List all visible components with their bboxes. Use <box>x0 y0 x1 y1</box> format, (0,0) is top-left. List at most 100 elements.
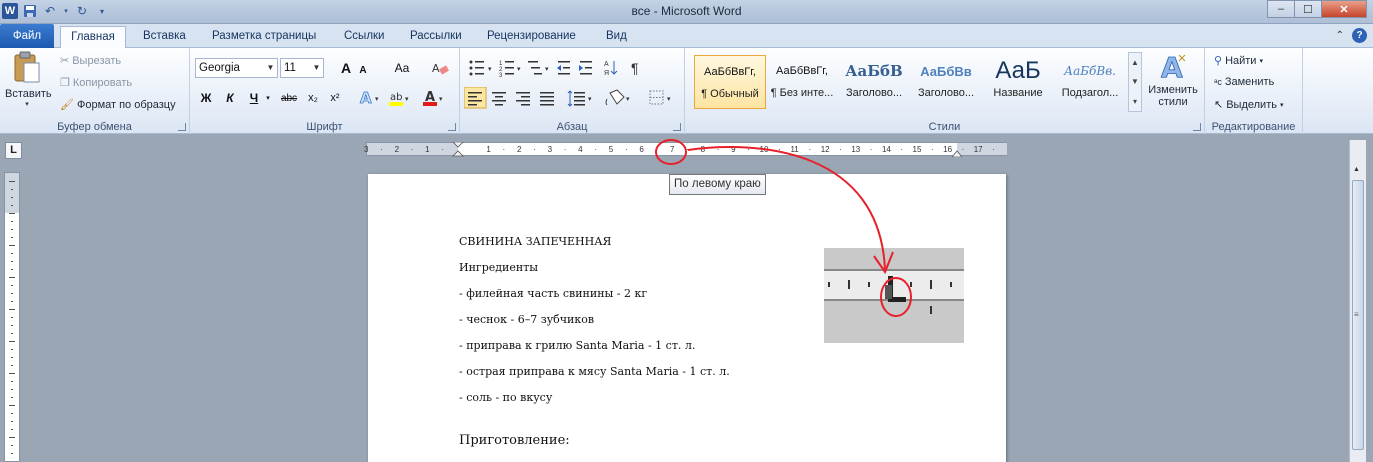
copy-button[interactable]: ❐ Копировать <box>60 76 132 90</box>
change-styles-button[interactable]: A Изменить стили <box>1143 51 1203 108</box>
font-name-combo[interactable]: Georgia ▼ <box>195 58 278 78</box>
doc-line[interactable]: - филейная часть свинины - 2 кг <box>459 287 647 300</box>
indent-marker-icon[interactable] <box>452 142 464 157</box>
vruler-tick <box>9 309 15 310</box>
ruler-tick-label: 17 <box>973 145 983 154</box>
right-indent-marker-icon[interactable] <box>952 149 962 157</box>
change-styles-label: Изменить стили <box>1148 84 1198 108</box>
more-styles-icon[interactable]: ▾ <box>1133 97 1137 106</box>
select-button[interactable]: ↖ Выделить ▾ <box>1214 98 1283 112</box>
doc-line[interactable]: - соль - по вкусу <box>459 391 552 404</box>
vertical-scrollbar[interactable]: ▲ ≡ <box>1349 140 1366 462</box>
tab-home[interactable]: Главная <box>60 26 126 49</box>
tab-review[interactable]: Рецензирование <box>487 26 576 48</box>
highlight-icon[interactable]: ab ▾ <box>388 88 412 108</box>
styles-launcher-icon[interactable] <box>1193 123 1201 131</box>
scroll-up-icon[interactable]: ▲ <box>1131 58 1139 67</box>
font-size-value: 11 <box>284 62 296 74</box>
style-title[interactable]: АаБ Название <box>982 55 1054 109</box>
format-painter-button[interactable]: 🖌 Формат по образцу <box>60 98 176 112</box>
borders-icon <box>649 90 664 105</box>
styles-gallery-scroll[interactable]: ▲ ▼ ▾ <box>1128 52 1142 112</box>
tab-view[interactable]: Вид <box>606 26 627 48</box>
group-font: Georgia ▼ 11 ▼ A A Aa A Ж К Ч ▾ abc x₂ x² … <box>190 48 460 134</box>
font-color-icon[interactable]: A ▾ <box>422 88 446 108</box>
shading-icon <box>605 89 625 106</box>
style-no-spacing[interactable]: АаБбВвГг, ¶ Без инте... <box>766 55 838 109</box>
replace-button[interactable]: ᵃc Заменить <box>1214 76 1274 88</box>
font-launcher-icon[interactable] <box>448 123 456 131</box>
paste-button[interactable]: Вставить ▾ <box>5 51 52 108</box>
shrink-font-button[interactable]: A <box>356 60 370 80</box>
vruler-tick <box>11 413 13 414</box>
doc-heading[interactable]: Приготовление: <box>459 433 570 448</box>
style-subtitle[interactable]: АаБбВв. Подзагол... <box>1054 55 1126 109</box>
copy-icon: ❐ <box>60 77 70 89</box>
close-button[interactable]: ✕ <box>1321 0 1367 18</box>
grow-font-button[interactable]: A <box>338 58 354 78</box>
multilevel-list-icon <box>528 61 542 75</box>
chevron-down-icon[interactable]: ▼ <box>310 59 323 77</box>
doc-line[interactable]: - острая приправа к мясу Santa Maria - 1… <box>459 365 730 378</box>
justify-icon <box>540 92 554 106</box>
style-normal[interactable]: АаБбВвГг, ¶ Обычный <box>694 55 766 109</box>
ruler-tick-dot: · <box>777 145 781 154</box>
tab-insert[interactable]: Вставка <box>143 26 186 48</box>
vruler-tick <box>11 445 13 446</box>
subscript-button[interactable]: x₂ <box>304 88 322 108</box>
group-paragraph: ▾ 123 ▾ ▾ АЯ ¶ ▾ ▾ ▾ Абзац <box>460 48 685 134</box>
vruler-tick <box>11 357 13 358</box>
paste-icon <box>14 51 40 83</box>
ruler-tick-dot: · <box>533 145 536 154</box>
italic-button[interactable]: К <box>222 88 238 108</box>
clear-formatting-icon[interactable]: A <box>430 58 450 78</box>
tab-mailings[interactable]: Рассылки <box>410 26 462 48</box>
font-group-label: Шрифт <box>306 121 343 133</box>
chevron-down-icon[interactable]: ▾ <box>264 88 272 108</box>
svg-text:▾: ▾ <box>626 96 630 103</box>
minimize-ribbon-icon[interactable]: ⌃ <box>1336 30 1344 41</box>
style-heading1[interactable]: АаБбВ Заголово... <box>838 55 910 109</box>
strikethrough-button[interactable]: abc <box>278 88 300 108</box>
tab-file[interactable]: Файл <box>0 24 54 48</box>
scroll-down-icon[interactable]: ▼ <box>1131 77 1139 86</box>
paragraph-launcher-icon[interactable] <box>673 123 681 131</box>
binoculars-icon: ⚲ <box>1214 55 1223 67</box>
text-effects-icon[interactable]: A ▾ <box>358 88 382 108</box>
doc-line[interactable]: Ингредиенты <box>459 261 538 274</box>
bold-button[interactable]: Ж <box>198 88 214 108</box>
style-heading2[interactable]: АаБбВв Заголово... <box>910 55 982 109</box>
maximize-button[interactable]: ☐ <box>1294 0 1322 18</box>
horizontal-ruler[interactable]: 3 · 2 · 1 · 1 · 2 · 3 · 4 · 5 · 6 · 7 · 8 · 9 · 10 · 11 · 12 · 13 · 14 · 1… <box>364 142 1007 157</box>
change-styles-icon: A <box>1161 51 1186 84</box>
font-size-combo[interactable]: 11 ▼ <box>280 58 324 78</box>
tab-selector-button[interactable]: L <box>5 142 22 159</box>
show-marks-icon: ¶ <box>631 60 639 76</box>
ruler-tick-dot: · <box>441 145 445 154</box>
vruler-tick <box>11 421 13 422</box>
vruler-tick <box>11 365 13 366</box>
vruler-tick <box>11 229 13 230</box>
scroll-up-icon[interactable]: ▲ <box>1353 166 1360 173</box>
tab-references[interactable]: Ссылки <box>344 26 385 48</box>
cut-button[interactable]: ✂ Вырезать <box>60 54 121 68</box>
vruler-tick <box>11 333 13 334</box>
superscript-button[interactable]: x² <box>326 88 344 108</box>
editing-group-label: Редактирование <box>1211 121 1296 133</box>
vruler-tick <box>11 429 13 430</box>
vruler-tick <box>11 325 13 326</box>
underline-button[interactable]: Ч <box>246 88 262 108</box>
minimize-button[interactable]: – <box>1267 0 1295 18</box>
chevron-down-icon[interactable]: ▼ <box>264 59 277 77</box>
doc-line[interactable]: - приправа к грилю Santa Maria - 1 ст. л… <box>459 339 695 352</box>
ruler-tick-dot: · <box>808 145 812 154</box>
ruler-tick-label: 9 <box>731 145 736 154</box>
doc-line[interactable]: - чеснок - 6–7 зубчиков <box>459 313 594 326</box>
tab-layout[interactable]: Разметка страницы <box>212 26 316 48</box>
doc-line-title[interactable]: СВИНИНА ЗАПЕЧЕННАЯ <box>459 235 611 248</box>
clipboard-launcher-icon[interactable] <box>178 123 186 131</box>
find-button[interactable]: ⚲ Найти ▾ <box>1214 54 1263 68</box>
paste-dropdown-icon[interactable]: ▾ <box>5 100 49 108</box>
help-icon[interactable]: ? <box>1352 28 1367 43</box>
change-case-button[interactable]: Aa <box>388 58 416 78</box>
